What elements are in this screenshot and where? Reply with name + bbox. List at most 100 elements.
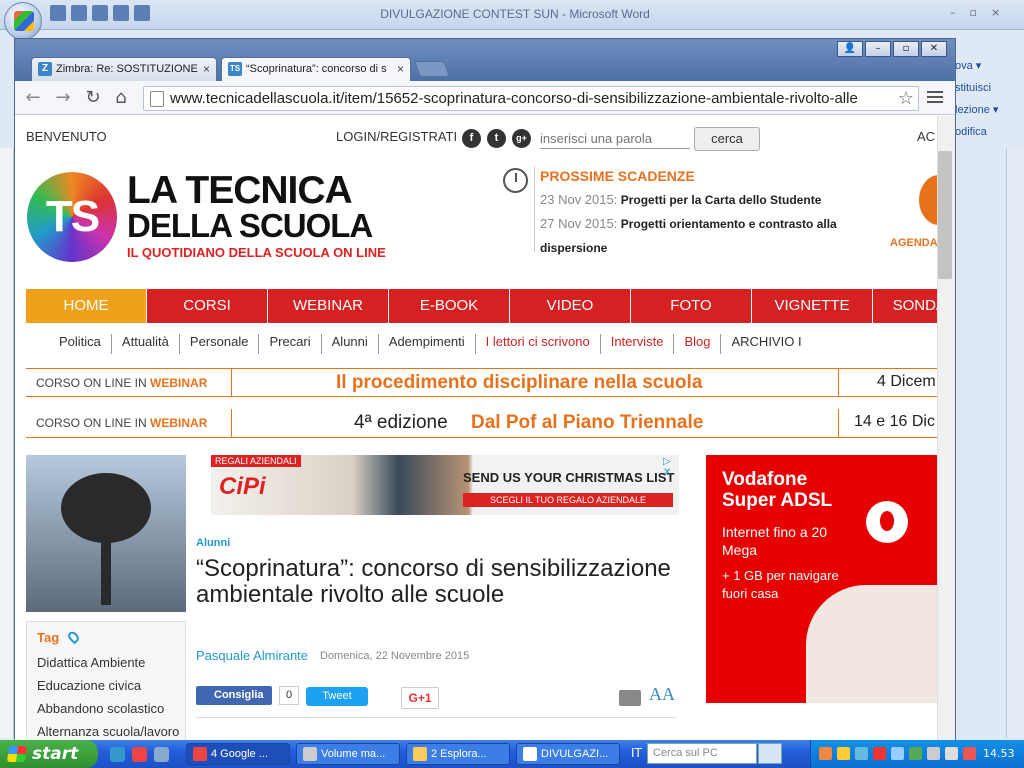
tab-close-icon[interactable]: × [203, 58, 210, 80]
nav-foto[interactable]: FOTO [631, 289, 752, 323]
tag-link[interactable]: Abbandono scolastico [37, 701, 164, 716]
deadline-item[interactable]: 27 Nov 2015: Progetti orientamento e con… [540, 212, 870, 260]
banner-title[interactable]: Il procedimento disciplinare nella scuol… [336, 372, 702, 394]
minimize-button[interactable]: – [865, 41, 891, 57]
deadline-item[interactable]: 23 Nov 2015: Progetti per la Carta dello… [540, 188, 870, 212]
nav-ebook[interactable]: E-BOOK [389, 289, 510, 323]
new-tab-button[interactable] [414, 61, 450, 77]
article-author[interactable]: Pasquale Almirante [196, 648, 308, 663]
subnav-personale[interactable]: Personale [180, 334, 260, 354]
page-scrollbar-thumb[interactable] [938, 151, 952, 279]
minimize-button[interactable]: – [950, 6, 956, 19]
article-category[interactable]: Alunni [196, 537, 230, 549]
ribbon-item[interactable]: lezione ▾ [955, 99, 1024, 121]
taskbar-search-input[interactable]: Cerca sul PC [647, 743, 757, 764]
save-icon[interactable] [50, 5, 66, 21]
webinar-banner-1[interactable]: CORSO ON LINE IN WEBINAR Il procedimento… [26, 368, 937, 397]
subnav-attualita[interactable]: Attualità [112, 334, 180, 354]
chrome-icon[interactable] [132, 747, 147, 762]
ribbon-item[interactable]: ova ▾ [955, 55, 1024, 77]
nav-corsi[interactable]: CORSI [147, 289, 268, 323]
redo-icon[interactable] [92, 5, 108, 21]
webinar-banner-2[interactable]: CORSO ON LINE IN WEBINAR 4ª edizione Dal… [26, 409, 937, 438]
nav-webinar[interactable]: WEBINAR [268, 289, 389, 323]
nav-video[interactable]: VIDEO [510, 289, 631, 323]
subnav-lettori[interactable]: I lettori ci scrivono [476, 334, 601, 354]
ribbon-item[interactable]: odifica [955, 121, 1024, 143]
tray-icon[interactable] [927, 747, 940, 760]
print-icon[interactable] [619, 690, 641, 706]
font-size-icon[interactable]: AA [649, 684, 675, 705]
reload-icon[interactable]: ↻ [83, 88, 103, 108]
taskbar-clock[interactable]: 14.53 [983, 747, 1015, 760]
cipi-ad-banner[interactable]: REGALI AZIENDALI CiPi SEND US YOUR CHRIS… [211, 455, 679, 515]
chrome-menu-icon[interactable] [927, 89, 943, 105]
taskbar-search-icon[interactable] [758, 743, 782, 764]
logo-line-1[interactable]: LA TECNICA [127, 171, 353, 211]
bookmark-star-icon[interactable]: ☆ [898, 88, 914, 109]
tray-icon[interactable] [945, 747, 958, 760]
tray-icon[interactable] [909, 747, 922, 760]
spelling-icon[interactable] [134, 5, 150, 21]
nav-vignette[interactable]: VIGNETTE [752, 289, 873, 323]
deadline-text[interactable]: Progetti per la Carta dello Studente [621, 193, 822, 207]
subnav-precari[interactable]: Precari [259, 334, 322, 354]
tag-link[interactable]: Educazione civica [37, 678, 141, 693]
close-button[interactable]: × [991, 6, 1000, 19]
facebook-icon[interactable]: f [462, 129, 481, 148]
tab-close-icon[interactable]: × [397, 58, 404, 80]
tray-icon[interactable] [855, 747, 868, 760]
taskbar-explorer[interactable]: 2 Esplora... [406, 743, 510, 765]
site-logo-icon[interactable]: TS [27, 172, 117, 262]
url-text[interactable]: www.tecnicadellascuola.it/item/15652-sco… [170, 89, 890, 109]
logo-line-2[interactable]: DELLA SCUOLA [127, 209, 373, 243]
agenda-label[interactable]: AGENDA [890, 237, 937, 249]
subnav-blog[interactable]: Blog [674, 334, 722, 354]
tray-icon[interactable] [873, 747, 886, 760]
language-indicator[interactable]: IT [631, 746, 642, 760]
tray-icon[interactable] [819, 747, 832, 760]
ie-icon[interactable] [110, 747, 125, 762]
taskbar-volume[interactable]: Volume ma... [296, 743, 400, 765]
search-input[interactable] [540, 129, 690, 149]
profile-button[interactable]: 👤 [837, 41, 863, 57]
office-button[interactable] [4, 2, 42, 40]
agenda-icon[interactable] [919, 175, 937, 225]
subnav-adempimenti[interactable]: Adempimenti [379, 334, 476, 354]
tab-scoprinatura[interactable]: TS “Scoprinatura”: concorso di s × [221, 57, 411, 81]
login-link[interactable]: LOGIN/REGISTRATI [336, 129, 457, 144]
nav-sondaggi[interactable]: SONDAGGI [873, 289, 937, 323]
word-scrollbar[interactable] [1006, 148, 1024, 738]
tweet-button[interactable]: Tweet [306, 687, 368, 706]
forward-icon[interactable]: → [53, 88, 73, 108]
taskbar-word[interactable]: DIVULGAZI... [516, 743, 620, 765]
tab-zimbra[interactable]: Z Zimbra: Re: SOSTITUZIONE × [31, 57, 217, 81]
account-link[interactable]: AC [917, 129, 935, 144]
search-button[interactable]: cerca [694, 127, 760, 151]
subnav-alunni[interactable]: Alunni [322, 334, 379, 354]
back-icon[interactable]: ← [23, 88, 43, 108]
tray-icon[interactable] [963, 747, 976, 760]
address-bar[interactable]: www.tecnicadellascuola.it/item/15652-sco… [143, 86, 919, 111]
nav-home[interactable]: HOME [26, 289, 147, 323]
banner-title[interactable]: Dal Pof al Piano Triennale [471, 412, 703, 434]
maximize-button[interactable]: ▫ [893, 41, 919, 57]
subnav-interviste[interactable]: Interviste [601, 334, 675, 354]
vodafone-ad[interactable]: Vodafone Super ADSL Internet fino a 20 M… [706, 455, 937, 703]
tag-link[interactable]: Alternanza scuola/lavoro [37, 724, 179, 739]
facebook-like-button[interactable]: Consiglia [196, 686, 272, 705]
desktop-icon[interactable] [154, 747, 169, 762]
twitter-icon[interactable]: t [487, 129, 506, 148]
ribbon-item[interactable]: stituisci [955, 77, 1024, 99]
print-icon[interactable] [113, 5, 129, 21]
restore-button[interactable]: ▫ [970, 6, 977, 19]
ad-cta[interactable]: SCEGLI IL TUO REGALO AZIENDALE [463, 493, 673, 507]
subnav-politica[interactable]: Politica [26, 334, 112, 354]
subnav-archivio[interactable]: ARCHIVIO I [721, 334, 811, 354]
taskbar-chrome[interactable]: 4 Google ... [186, 743, 290, 765]
tag-link[interactable]: Didattica Ambiente [37, 655, 145, 670]
tray-icon[interactable] [891, 747, 904, 760]
google-plus-icon[interactable]: g+ [512, 129, 531, 148]
close-button[interactable]: ✕ [921, 41, 947, 57]
undo-icon[interactable] [71, 5, 87, 21]
